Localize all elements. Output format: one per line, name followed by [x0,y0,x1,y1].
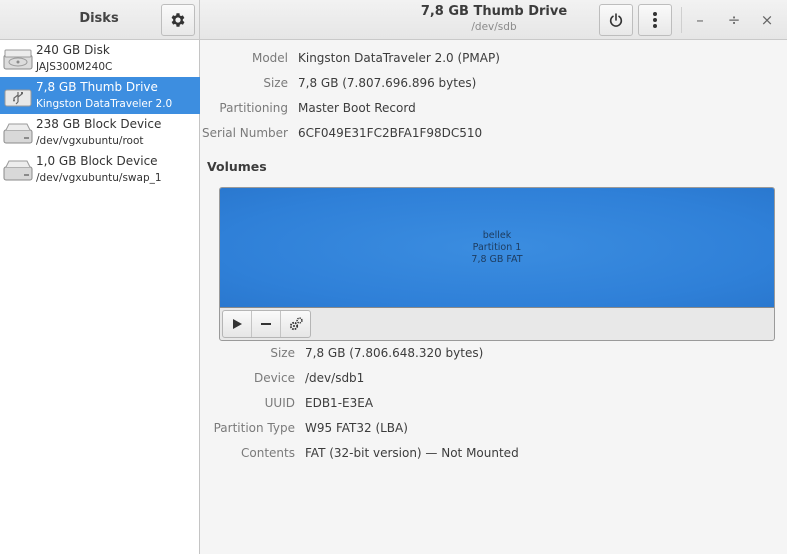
model-label: Model [251,51,288,65]
partitioning-value: Master Boot Record [298,101,416,115]
serial-number-value: 6CF049E31FC2BFA1F98DC510 [298,126,483,140]
volume-toolbar [222,310,311,338]
maximize-button[interactable]: ÷ [722,8,746,32]
play-icon [233,319,242,329]
volumes-heading: Volumes [207,159,267,174]
power-off-button[interactable] [599,4,633,36]
device-detail: /dev/vgxubuntu/swap_1 [36,172,162,184]
block-device-icon [3,160,33,181]
volume-size-label: Size [270,346,295,360]
device-item-240gb-disk[interactable]: 240 GB Disk JAJS300M240C [0,40,200,77]
device-detail: JAJS300M240C [36,61,113,73]
partition-block[interactable]: bellek Partition 1 7,8 GB FAT [220,188,774,308]
device-item-238gb-block[interactable]: 238 GB Block Device /dev/vgxubuntu/root [0,114,200,151]
uuid-value: EDB1-E3EA [305,396,374,410]
power-icon [609,13,623,27]
settings-button[interactable] [161,4,195,36]
device-detail: Kingston DataTraveler 2.0 [36,98,173,110]
device-value: /dev/sdb1 [305,371,365,385]
device-list: 240 GB Disk JAJS300M240C 7,8 GB Thumb Dr… [0,40,200,554]
device-item-thumb-drive[interactable]: 7,8 GB Thumb Drive Kingston DataTraveler… [0,77,200,114]
drive-title: 7,8 GB Thumb Drive [420,4,568,19]
volume-size-value: 7,8 GB (7.806.648.320 bytes) [305,346,484,360]
partition-number: Partition 1 [472,242,522,253]
delete-partition-button[interactable] [252,311,281,337]
serial-number-label: Serial Number [202,126,288,140]
partitioning-label: Partitioning [219,101,288,115]
size-label: Size [263,76,288,90]
minus-icon [261,323,271,325]
drive-details: Model Kingston DataTraveler 2.0 (PMAP) S… [201,40,787,554]
uuid-label: UUID [264,396,295,410]
drive-subtitle: /dev/sdb [471,21,517,33]
close-button[interactable]: × [755,8,779,32]
volume-map: bellek Partition 1 7,8 GB FAT [219,187,775,341]
drive-menu-button[interactable] [638,4,672,36]
device-name: 7,8 GB Thumb Drive [36,80,158,94]
header-separator [681,7,682,33]
partition-size-fs: 7,8 GB FAT [471,254,523,265]
partition-type-value: W95 FAT32 (LBA) [305,421,408,435]
gear-icon [171,13,185,27]
device-item-1gb-block[interactable]: 1,0 GB Block Device /dev/vgxubuntu/swap_… [0,151,200,188]
header-bar: Disks 7,8 GB Thumb Drive /dev/sdb – ÷ × [0,0,787,40]
mount-button[interactable] [223,311,252,337]
device-label: Device [253,371,295,385]
size-value: 7,8 GB (7.807.696.896 bytes) [298,76,477,90]
device-name: 1,0 GB Block Device [36,154,158,168]
contents-value: FAT (32-bit version) — Not Mounted [305,446,519,460]
model-value: Kingston DataTraveler 2.0 (PMAP) [298,51,500,65]
partition-label: bellek [482,230,512,241]
usb-drive-icon [4,89,32,107]
hard-disk-icon [3,49,33,70]
device-name: 238 GB Block Device [36,117,162,131]
device-name: 240 GB Disk [36,43,110,57]
partition-options-button[interactable] [281,311,310,337]
partition-type-label: Partition Type [213,421,295,435]
device-detail: /dev/vgxubuntu/root [36,135,144,147]
contents-label: Contents [241,446,295,460]
block-device-icon [3,123,33,144]
gears-icon [289,317,303,331]
vertical-dots-icon [653,12,657,28]
minimize-button[interactable]: – [688,8,712,32]
